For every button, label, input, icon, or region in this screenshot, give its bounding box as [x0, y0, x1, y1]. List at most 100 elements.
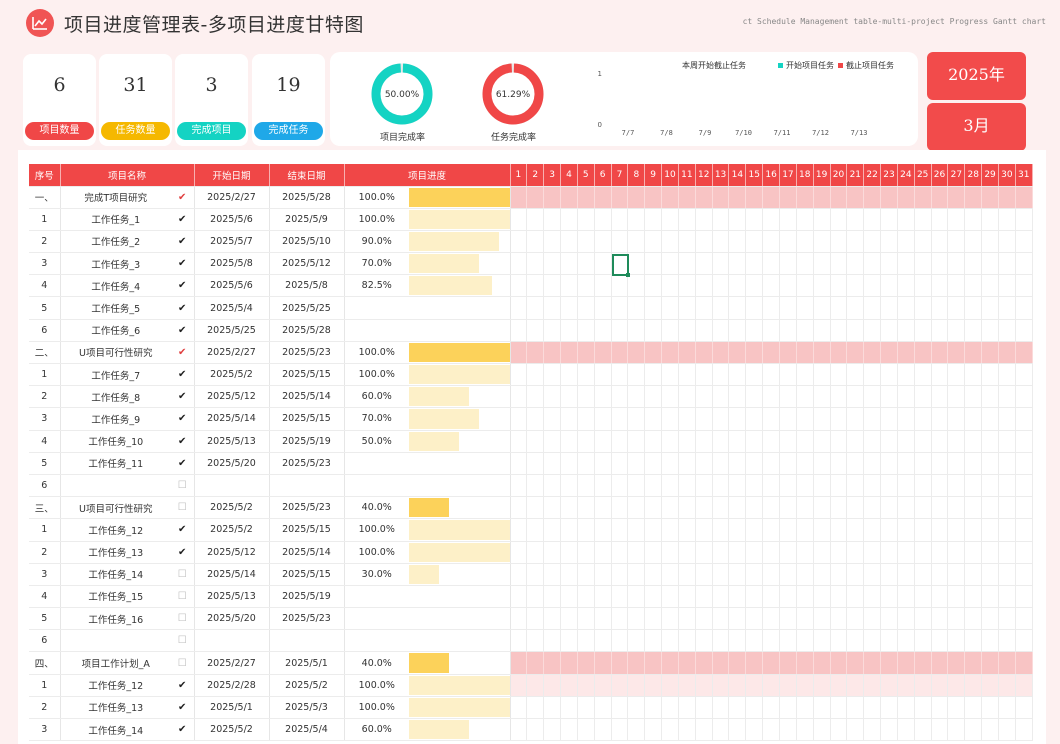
gantt-day-cell[interactable] [728, 563, 747, 586]
task-row[interactable]: 1 工作任务_1 ✔ 2025/5/6 2025/5/9 100.0% [29, 208, 1033, 231]
gantt-day-cell[interactable] [914, 674, 932, 697]
end-date[interactable]: 2025/5/9 [269, 208, 345, 231]
gantt-day-cell[interactable] [644, 274, 663, 298]
gantt-day-cell[interactable] [813, 407, 831, 431]
gantt-day-cell[interactable] [830, 541, 848, 564]
task-row[interactable]: 6 ☐ [29, 629, 1033, 653]
gantt-day-cell[interactable] [1015, 407, 1033, 431]
gantt-day-cell[interactable] [712, 430, 730, 453]
gantt-day-cell[interactable] [931, 607, 949, 631]
gantt-day-cell[interactable] [543, 541, 562, 564]
gantt-day-cell[interactable] [627, 430, 646, 453]
gantt-day-cell[interactable] [897, 274, 915, 298]
gantt-day-cell[interactable] [510, 341, 528, 365]
gantt-day-cell[interactable] [510, 585, 528, 609]
gantt-day-cell[interactable] [728, 274, 747, 298]
task-name[interactable]: 工作任务_5 [60, 296, 171, 320]
gantt-day-cell[interactable] [897, 651, 915, 675]
gantt-day-cell[interactable] [863, 319, 882, 342]
gantt-day-cell[interactable] [981, 252, 999, 276]
gantt-day-cell[interactable] [813, 252, 831, 276]
gantt-day-cell[interactable] [1015, 430, 1033, 453]
gantt-day-cell[interactable] [779, 518, 797, 542]
gantt-day-cell[interactable] [964, 585, 983, 609]
gantt-day-cell[interactable] [644, 230, 663, 254]
gantt-day-cell[interactable] [846, 363, 865, 387]
gantt-day-cell[interactable] [745, 541, 764, 564]
end-date[interactable]: 2025/5/8 [269, 274, 345, 298]
gantt-day-cell[interactable] [846, 563, 865, 586]
task-row[interactable]: 3 工作任务_3 ✔ 2025/5/8 2025/5/12 70.0% [29, 252, 1033, 276]
gantt-day-cell[interactable] [813, 208, 831, 231]
gantt-day-cell[interactable] [914, 518, 932, 542]
gantt-day-cell[interactable] [594, 607, 612, 631]
gantt-day-cell[interactable] [813, 607, 831, 631]
end-date[interactable]: 2025/5/25 [269, 296, 345, 320]
gantt-day-cell[interactable] [931, 452, 949, 475]
gantt-day-cell[interactable] [863, 541, 882, 564]
gantt-day-cell[interactable] [611, 385, 629, 409]
gantt-day-cell[interactable] [830, 651, 848, 675]
project-row[interactable]: 一、 完成T项目研究 ✔ 2025/2/27 2025/5/28 100.0% [29, 186, 1033, 209]
gantt-day-cell[interactable] [914, 385, 932, 409]
gantt-day-cell[interactable] [830, 430, 848, 453]
end-date[interactable]: 2025/5/23 [269, 607, 345, 631]
gantt-day-cell[interactable] [510, 385, 528, 409]
gantt-day-cell[interactable] [813, 341, 831, 365]
gantt-day-cell[interactable] [964, 341, 983, 365]
gantt-day-cell[interactable] [981, 430, 999, 453]
status-checkbox[interactable]: ✔ [171, 541, 195, 564]
gantt-day-cell[interactable] [695, 563, 713, 586]
status-checkbox[interactable]: ✔ [171, 696, 195, 720]
gantt-day-cell[interactable] [644, 319, 663, 342]
gantt-day-cell[interactable] [964, 541, 983, 564]
gantt-day-cell[interactable] [981, 518, 999, 542]
start-date[interactable]: 2025/5/14 [194, 407, 270, 431]
gantt-day-cell[interactable] [560, 363, 578, 387]
gantt-day-cell[interactable] [510, 208, 528, 231]
gantt-day-cell[interactable] [543, 696, 562, 720]
gantt-day-cell[interactable] [964, 186, 983, 209]
gantt-day-cell[interactable] [627, 474, 646, 498]
gantt-day-cell[interactable] [981, 208, 999, 231]
gantt-day-cell[interactable] [594, 518, 612, 542]
gantt-day-cell[interactable] [813, 563, 831, 586]
gantt-day-cell[interactable] [914, 407, 932, 431]
gantt-day-cell[interactable] [846, 341, 865, 365]
gantt-day-cell[interactable] [611, 341, 629, 365]
gantt-day-cell[interactable] [577, 563, 595, 586]
gantt-day-cell[interactable] [661, 496, 679, 520]
gantt-day-cell[interactable] [678, 274, 696, 298]
gantt-day-cell[interactable] [981, 607, 999, 631]
gantt-day-cell[interactable] [796, 651, 814, 675]
gantt-day-cell[interactable] [611, 186, 629, 209]
gantt-day-cell[interactable] [863, 230, 882, 254]
gantt-day-cell[interactable] [695, 274, 713, 298]
gantt-day-cell[interactable] [964, 274, 983, 298]
gantt-day-cell[interactable] [627, 563, 646, 586]
gantt-day-cell[interactable] [947, 430, 966, 453]
start-date[interactable]: 2025/5/6 [194, 208, 270, 231]
status-checkbox[interactable]: ☐ [171, 563, 195, 586]
end-date[interactable]: 2025/5/2 [269, 674, 345, 697]
gantt-day-cell[interactable] [998, 186, 1016, 209]
gantt-day-cell[interactable] [998, 518, 1016, 542]
task-name[interactable]: 工作任务_13 [60, 541, 171, 564]
gantt-day-cell[interactable] [964, 474, 983, 498]
task-name[interactable]: 工作任务_14 [60, 718, 171, 742]
gantt-day-cell[interactable] [947, 585, 966, 609]
gantt-day-cell[interactable] [510, 563, 528, 586]
gantt-day-cell[interactable] [594, 252, 612, 276]
gantt-day-cell[interactable] [594, 563, 612, 586]
end-date[interactable]: 2025/5/23 [269, 496, 345, 520]
gantt-day-cell[interactable] [712, 563, 730, 586]
gantt-day-cell[interactable] [594, 474, 612, 498]
gantt-day-cell[interactable] [1015, 585, 1033, 609]
gantt-day-cell[interactable] [728, 341, 747, 365]
gantt-day-cell[interactable] [745, 230, 764, 254]
gantt-day-cell[interactable] [998, 563, 1016, 586]
gantt-day-cell[interactable] [813, 430, 831, 453]
gantt-day-cell[interactable] [863, 274, 882, 298]
gantt-day-cell[interactable] [594, 452, 612, 475]
gantt-day-cell[interactable] [863, 696, 882, 720]
